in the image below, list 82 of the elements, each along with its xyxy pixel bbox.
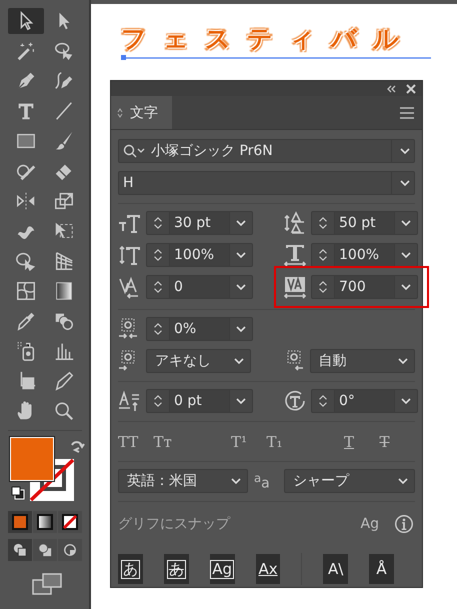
snap-option-button[interactable]: あ — [164, 554, 189, 584]
numeric-field[interactable]: 700 — [311, 275, 418, 299]
symbol-sprayer-icon — [15, 340, 37, 362]
text-style-button[interactable]: T — [344, 433, 380, 451]
numeric-field[interactable]: 0° — [311, 389, 418, 413]
reflect-icon — [15, 190, 37, 212]
tool-button[interactable] — [8, 8, 44, 34]
default-colors-icon[interactable] — [10, 485, 26, 501]
eyedropper-icon — [15, 310, 37, 332]
numeric-field[interactable]: 50 pt — [311, 211, 418, 235]
font-style-dropdown[interactable]: H — [118, 171, 415, 195]
draw-inside-button[interactable] — [58, 539, 82, 561]
swap-arrow-icon[interactable] — [70, 439, 86, 455]
text-style-button[interactable]: T¹ — [231, 433, 266, 451]
character-rotation-icon — [283, 389, 307, 413]
numeric-field[interactable]: 0 pt — [146, 389, 253, 413]
draw-behind-icon — [38, 543, 52, 557]
zoom-icon — [53, 400, 75, 422]
line-icon — [53, 100, 75, 122]
stepper-icon — [152, 279, 164, 295]
aki-left-dropdown[interactable]: アキなし — [146, 349, 251, 373]
vertical-scale-icon — [118, 243, 142, 267]
stepper-icon — [317, 393, 329, 409]
none-square-icon — [62, 514, 78, 530]
snap-option-button[interactable]: A\ — [323, 554, 348, 584]
aki-right-dropdown[interactable]: 自動 — [310, 349, 414, 373]
baseline-shift-icon — [118, 389, 142, 413]
draw-normal-button[interactable] — [8, 539, 32, 561]
gradient-icon — [53, 280, 75, 302]
color-square-icon — [12, 514, 28, 530]
snap-to-glyph-label: グリフにスナップ — [118, 515, 232, 533]
stepper-icon — [152, 215, 164, 231]
text-style-button[interactable]: TT — [118, 433, 154, 451]
info-icon[interactable] — [393, 513, 415, 535]
fill-stroke-swatch-drawing[interactable] — [9, 436, 75, 502]
color-mode-button[interactable] — [8, 511, 32, 533]
stepper-icon — [152, 393, 164, 409]
updown-icon — [117, 108, 123, 118]
numeric-field[interactable]: 100% — [146, 243, 253, 267]
perspective-grid-icon — [53, 250, 75, 272]
antialias-dropdown[interactable]: シャープ — [284, 469, 415, 493]
stepper-icon — [317, 215, 329, 231]
text-style-button[interactable]: T — [380, 433, 415, 451]
magic-wand-icon — [15, 40, 37, 62]
close-icon[interactable] — [406, 84, 416, 94]
font-family-dropdown[interactable]: 小塚ゴシック Pr6N — [118, 139, 415, 163]
curvature-pen-icon — [53, 70, 75, 92]
snap-option-button[interactable]: Å — [369, 554, 394, 584]
screen-mode-icon[interactable] — [32, 573, 62, 595]
snap-option-button[interactable]: Ax — [256, 554, 280, 584]
canvas-text: フェスティバル — [121, 24, 415, 54]
gradient-square-icon — [37, 514, 53, 530]
language-dropdown[interactable]: 英語：米国 — [118, 469, 248, 493]
mesh-icon — [15, 280, 37, 302]
numeric-field[interactable]: 30 pt — [146, 211, 253, 235]
draw-inside-icon — [63, 543, 77, 557]
antialias-label: $^{a}$a — [254, 470, 271, 492]
snap-option-button[interactable]: あ — [118, 554, 143, 584]
numeric-field[interactable]: 100% — [311, 243, 418, 267]
search-icon — [123, 144, 147, 158]
none-mode-button[interactable] — [58, 511, 82, 533]
draw-normal-icon — [13, 543, 27, 557]
glyph-guides-button[interactable]: Ag — [360, 516, 379, 532]
collapse-icon[interactable] — [386, 84, 396, 92]
menu-icon[interactable] — [400, 106, 414, 118]
draw-behind-button[interactable] — [33, 539, 57, 561]
stepper-icon — [152, 321, 164, 337]
scale-icon — [53, 190, 75, 212]
numeric-field[interactable]: 0% — [146, 317, 253, 341]
horizontal-scale-icon — [283, 243, 307, 267]
text-style-button[interactable]: Tᴛ — [154, 433, 189, 451]
snap-option-button[interactable]: Ag — [210, 554, 235, 584]
leading-icon — [283, 211, 307, 235]
panel-tab[interactable]: 文字 — [111, 96, 172, 129]
tracking-icon — [283, 275, 307, 299]
stepper-icon — [317, 247, 329, 263]
gradient-mode-button[interactable] — [33, 511, 57, 533]
text-style-button[interactable]: T₁ — [266, 433, 302, 451]
stepper-icon — [317, 279, 329, 295]
lasso-icon — [53, 40, 75, 62]
numeric-field[interactable]: 0 — [146, 275, 253, 299]
stepper-icon — [152, 247, 164, 263]
